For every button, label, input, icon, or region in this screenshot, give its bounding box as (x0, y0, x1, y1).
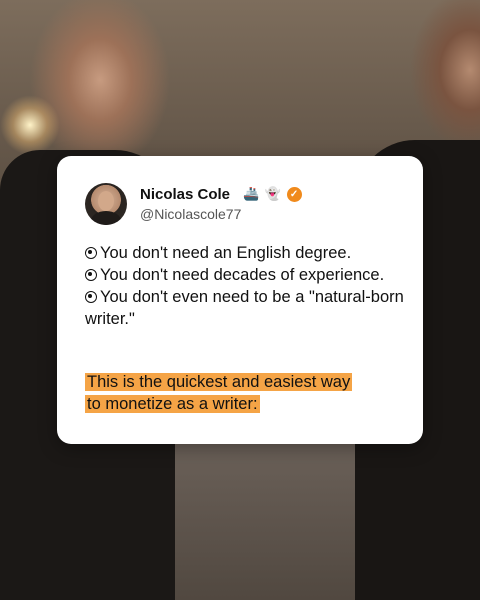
bullet-item: You don't need decades of experience. (85, 264, 405, 286)
bullet-icon (85, 291, 97, 303)
ghost-icon: 👻 (264, 186, 281, 201)
verified-icon: ✓ (286, 187, 302, 203)
bullet-item: You don't need an English degree. (85, 242, 405, 264)
ship-icon: 🚢 (243, 186, 260, 201)
tweet-card: Nicolas Cole 🚢 👻 ✓ @Nicolascole77 You do… (57, 156, 423, 444)
background-ground (175, 440, 355, 600)
highlight-line-1: This is the quickest and easiest way (85, 373, 353, 391)
highlighted-text: This is the quickest and easiest way to … (85, 371, 405, 415)
avatar[interactable] (85, 183, 127, 225)
author-name[interactable]: Nicolas Cole (140, 186, 230, 203)
background-light (0, 95, 60, 155)
avatar-face (98, 191, 114, 211)
bullet-icon (85, 247, 97, 259)
bullet-item: You don't even need to be a "natural-bor… (85, 288, 404, 328)
author-handle[interactable]: @Nicolascole77 (140, 206, 241, 222)
bullet-icon (85, 269, 97, 281)
avatar-shirt (91, 211, 121, 225)
tweet-body: You don't need an English degree. You do… (85, 242, 405, 330)
profile-badges: 🚢 👻 ✓ (243, 186, 304, 203)
highlight-line-2: to monetize as a writer: (85, 395, 260, 413)
